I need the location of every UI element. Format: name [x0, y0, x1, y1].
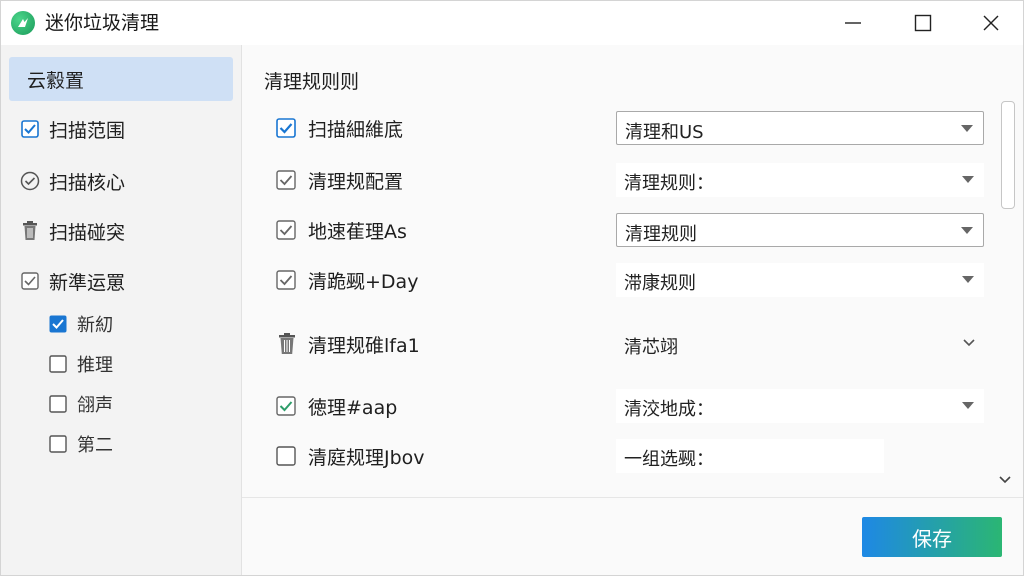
- title-bar: 迷你垃圾清理: [1, 1, 1023, 45]
- checkbox-outline-icon: [19, 270, 41, 292]
- rule-trash[interactable]: [276, 333, 296, 354]
- footer-divider: [242, 497, 1023, 498]
- rule-label: 扫描細維底: [308, 119, 404, 141]
- rule-dropdown[interactable]: 清理和US: [616, 111, 984, 145]
- checkbox-checked-icon: [276, 118, 296, 138]
- checkbox-checked-icon: [276, 396, 296, 416]
- dropdown-value: 清理和US: [625, 122, 704, 143]
- subitem-label: 翖声: [77, 395, 113, 416]
- checkbox-unchecked-icon: [49, 355, 67, 373]
- minimize-button[interactable]: [819, 1, 887, 45]
- rule-checkbox[interactable]: [276, 446, 296, 466]
- dropdown-value: 清芯翊: [624, 337, 678, 358]
- checkbox-checked-icon: [276, 170, 296, 190]
- dropdown-value: 清理规则：: [624, 173, 714, 194]
- rule-checkbox[interactable]: [276, 118, 296, 138]
- trash-icon: [279, 333, 295, 354]
- window-title: 迷你垃圾清理: [45, 12, 160, 34]
- section-title: 清理规则则: [264, 71, 360, 93]
- dropdown-arrow-icon: [962, 276, 974, 283]
- subitem-checkbox[interactable]: 新糿: [49, 309, 113, 339]
- rule-label: 清跪觋+Day: [308, 271, 419, 293]
- sidebar-item-label: 云縠置: [27, 69, 85, 92]
- maximize-button[interactable]: [889, 1, 957, 45]
- rule-label: 徳理#aap: [308, 397, 398, 419]
- dropdown-value: 清洨地成：: [624, 399, 714, 420]
- sidebar: 云縠置 扫描范围 扫描核心 扫描碰突 新準运罳 新糿 推理 翖声 第二: [1, 45, 242, 575]
- sidebar-item-label: 新準运罳: [49, 271, 126, 294]
- close-icon: [983, 15, 999, 31]
- rule-dropdown[interactable]: 清理规则：: [616, 163, 984, 197]
- checkbox-unchecked-icon: [276, 446, 296, 466]
- main-panel: 清理规则则 扫描細維底 清理和US 清理规配置 清理规则： 地速萑理As 清理规…: [242, 45, 1023, 575]
- dropdown-arrow-icon: [961, 125, 973, 132]
- checkbox-unchecked-icon: [49, 395, 67, 413]
- sidebar-item-label: 扫描范围: [49, 119, 126, 142]
- dropdown-arrow-icon: [962, 176, 974, 183]
- chevron-down-icon: [963, 339, 975, 347]
- rule-dropdown[interactable]: 清理规则: [616, 213, 984, 247]
- rule-row: 清理规碓lfa1 清芯翊: [272, 323, 992, 363]
- check-circle-icon: [19, 170, 41, 192]
- dropdown-arrow-icon: [962, 402, 974, 409]
- rule-row: 徳理#aap 清洨地成：: [272, 385, 992, 425]
- dropdown-value: 滞康规则: [624, 273, 696, 294]
- rule-dropdown[interactable]: 清芯翊: [616, 327, 984, 361]
- subitem-label: 推理: [77, 355, 113, 376]
- subitem-checkbox[interactable]: 翖声: [49, 389, 113, 419]
- checkbox-unchecked-icon: [49, 435, 67, 453]
- sidebar-item-scan-conflict[interactable]: 扫描碰突: [9, 209, 233, 253]
- sidebar-item-label: 扫描核心: [49, 171, 126, 194]
- checkbox-checked-icon: [276, 270, 296, 290]
- checkbox-checked-icon: [276, 220, 296, 240]
- chevron-down-icon[interactable]: [998, 473, 1012, 487]
- rule-row: 清跪觋+Day 滞康规则: [272, 259, 992, 299]
- sidebar-item-settings[interactable]: 云縠置: [9, 57, 233, 101]
- rule-row: 地速萑理As 清理规则: [272, 209, 992, 249]
- rule-row: 清理规配置 清理规则：: [272, 159, 992, 199]
- rule-label: 清理规配置: [308, 171, 404, 193]
- rule-dropdown[interactable]: 一组选觋：: [616, 439, 884, 473]
- app-logo-icon: [11, 11, 35, 35]
- dropdown-value: 一组选觋：: [624, 449, 714, 470]
- subitem-checkbox[interactable]: 推理: [49, 349, 113, 379]
- sidebar-item-new-run[interactable]: 新準运罳: [9, 259, 233, 303]
- minimize-icon: [845, 22, 861, 24]
- trash-icon: [19, 220, 41, 242]
- sidebar-item-scan-range[interactable]: 扫描范围: [9, 107, 233, 151]
- subitem-label: 新糿: [77, 315, 113, 336]
- close-button[interactable]: [957, 1, 1024, 45]
- subitem-checkbox[interactable]: 第二: [49, 429, 113, 459]
- rule-label: 地速萑理As: [308, 221, 407, 243]
- dropdown-value: 清理规则: [625, 224, 697, 245]
- scrollbar-thumb[interactable]: [1001, 101, 1015, 209]
- save-button[interactable]: 保存: [862, 517, 1002, 557]
- checkbox-checked-icon: [49, 315, 67, 333]
- rule-checkbox[interactable]: [276, 396, 296, 416]
- sidebar-item-label: 扫描碰突: [49, 221, 126, 244]
- rule-dropdown[interactable]: 清洨地成：: [616, 389, 984, 423]
- vertical-scrollbar[interactable]: [998, 101, 1016, 495]
- rule-label: 清庭规理Jbov: [308, 447, 425, 469]
- rule-row: 清庭规理Jbov 一组选觋：: [272, 435, 992, 475]
- rule-checkbox[interactable]: [276, 220, 296, 240]
- rule-label: 清理规碓lfa1: [308, 335, 420, 357]
- app-window: 迷你垃圾清理 云縠置 扫描范围 扫描核心 扫描碰突 新準运罳 新糿 推理 翖声 …: [0, 0, 1024, 576]
- rule-checkbox[interactable]: [276, 270, 296, 290]
- subitem-label: 第二: [77, 435, 113, 456]
- rule-dropdown[interactable]: 滞康规则: [616, 263, 984, 297]
- rule-checkbox[interactable]: [276, 170, 296, 190]
- rule-row: 扫描細維底 清理和US: [272, 107, 992, 147]
- checkbox-checked-icon: [19, 118, 41, 140]
- maximize-icon: [914, 14, 932, 32]
- sidebar-item-scan-core[interactable]: 扫描核心: [9, 159, 233, 203]
- dropdown-arrow-icon: [961, 227, 973, 234]
